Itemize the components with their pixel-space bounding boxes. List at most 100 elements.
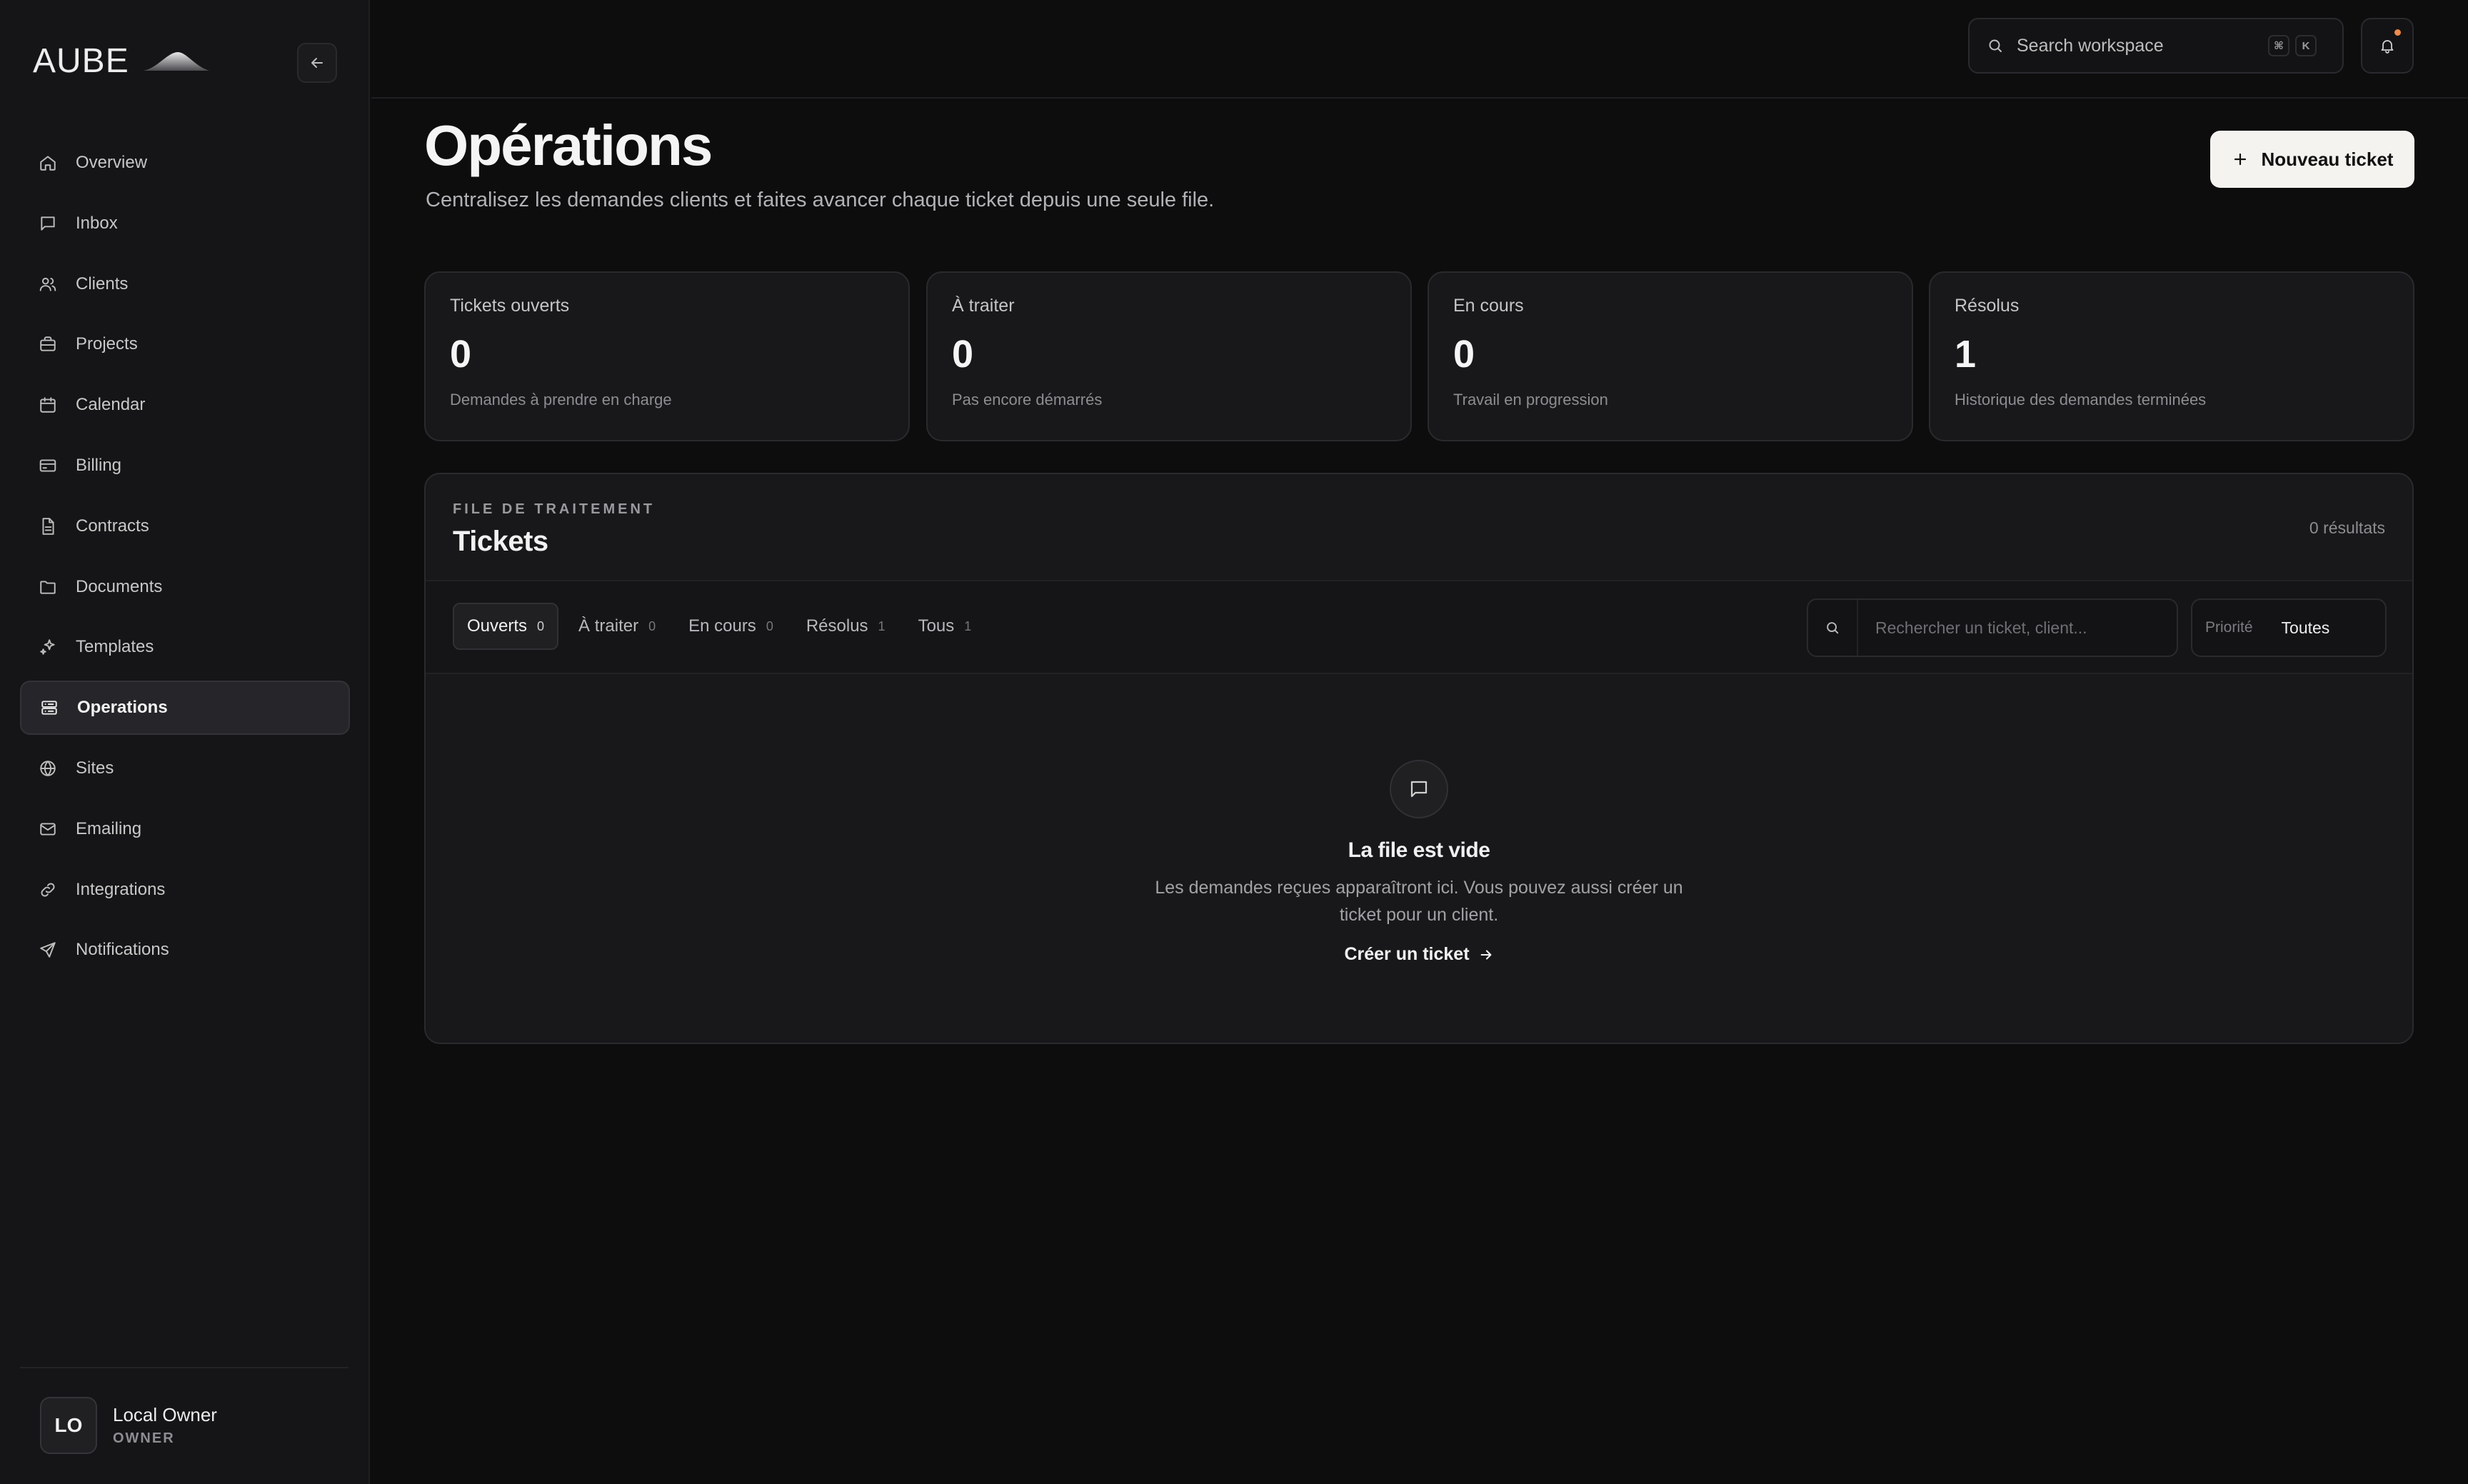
message-icon bbox=[1410, 781, 1428, 798]
mountain-logo-icon bbox=[143, 51, 209, 71]
server-icon bbox=[41, 701, 57, 715]
priority-label: Priorité bbox=[2205, 619, 2253, 636]
ticket-search-input[interactable]: Rechercher un ticket, client... bbox=[1807, 598, 2178, 657]
new-ticket-button[interactable]: Nouveau ticket bbox=[2210, 131, 2414, 188]
priority-select[interactable]: Priorité Toutes bbox=[2191, 598, 2387, 657]
stat-description: Travail en progression bbox=[1453, 391, 1608, 408]
sidebar-item-label: Billing bbox=[76, 455, 122, 475]
stat-value: 0 bbox=[1453, 333, 1475, 376]
home-icon bbox=[40, 156, 56, 171]
tab-in-progress[interactable]: En cours 0 bbox=[676, 603, 786, 650]
sidebar-item-billing[interactable]: Billing bbox=[20, 438, 350, 493]
tab-label: Ouverts bbox=[467, 616, 528, 636]
sidebar-item-calendar[interactable]: Calendar bbox=[20, 378, 350, 432]
stat-label: À traiter bbox=[952, 296, 1015, 316]
stat-card-open: Tickets ouverts 0 Demandes à prendre en … bbox=[424, 271, 910, 441]
sidebar-item-label: Documents bbox=[76, 576, 163, 596]
empty-state-icon bbox=[1390, 760, 1448, 818]
notifications-button[interactable] bbox=[2361, 18, 2414, 74]
app-root: AUBE Overview Inbox Clients Projects Cal… bbox=[0, 0, 2468, 1484]
sidebar-item-contracts[interactable]: Contracts bbox=[20, 499, 350, 553]
file-text-icon bbox=[42, 517, 54, 535]
ticket-search-placeholder: Rechercher un ticket, client... bbox=[1875, 618, 2087, 637]
results-count: 0 résultats bbox=[2309, 518, 2385, 537]
sidebar-item-inbox[interactable]: Inbox bbox=[20, 196, 350, 251]
tab-count: 1 bbox=[878, 618, 886, 633]
sidebar-item-integrations[interactable]: Integrations bbox=[20, 863, 350, 917]
credit-card-icon bbox=[39, 459, 56, 472]
tab-count: 0 bbox=[648, 618, 656, 633]
link-icon bbox=[41, 883, 55, 897]
sidebar-item-projects[interactable]: Projects bbox=[20, 317, 350, 371]
stat-card-todo: À traiter 0 Pas encore démarrés bbox=[926, 271, 1412, 441]
stat-label: Tickets ouverts bbox=[450, 296, 570, 316]
new-ticket-label: Nouveau ticket bbox=[2261, 148, 2394, 170]
user-role: OWNER bbox=[113, 1430, 175, 1446]
sidebar-item-notifications[interactable]: Notifications bbox=[20, 923, 350, 977]
ticket-tabs: Ouverts 0 À traiter 0 En cours 0 Résolus… bbox=[453, 603, 984, 650]
sidebar-item-label: Sites bbox=[76, 758, 114, 778]
create-ticket-label: Créer un ticket bbox=[1344, 944, 1470, 964]
sidebar-item-operations[interactable]: Operations bbox=[20, 681, 350, 736]
page-title: Opérations bbox=[424, 114, 713, 177]
sidebar-item-label: Contracts bbox=[76, 516, 149, 536]
tab-count: 0 bbox=[537, 618, 545, 633]
workspace-search-input[interactable]: Search workspace ⌘ K bbox=[1968, 18, 2344, 74]
search-icon bbox=[1989, 39, 2002, 52]
mail-icon bbox=[40, 823, 56, 836]
stat-description: Historique des demandes terminées bbox=[1955, 391, 2207, 408]
empty-state: La file est vide Les demandes reçues app… bbox=[426, 760, 2412, 965]
search-icon-cell bbox=[1808, 600, 1858, 656]
stat-value: 1 bbox=[1955, 333, 1977, 376]
tab-all[interactable]: Tous 1 bbox=[906, 603, 985, 650]
topbar: Search workspace ⌘ K bbox=[371, 0, 2468, 99]
stat-description: Demandes à prendre en charge bbox=[450, 391, 672, 408]
tab-open[interactable]: Ouverts 0 bbox=[453, 603, 559, 650]
k-key: K bbox=[2295, 35, 2317, 56]
sidebar-item-label: Inbox bbox=[76, 213, 118, 233]
user-profile[interactable]: LO Local Owner OWNER bbox=[40, 1397, 217, 1454]
tab-label: Tous bbox=[918, 616, 955, 636]
avatar: LO bbox=[40, 1397, 97, 1454]
collapse-sidebar-button[interactable] bbox=[297, 43, 337, 83]
sidebar-nav: Overview Inbox Clients Projects Calendar… bbox=[20, 136, 350, 983]
brand-logo[interactable]: AUBE bbox=[33, 41, 209, 81]
send-icon bbox=[40, 942, 56, 958]
sidebar-item-overview[interactable]: Overview bbox=[20, 136, 350, 190]
notification-dot bbox=[2394, 29, 2401, 36]
calendar-icon bbox=[40, 397, 56, 413]
sidebar-item-label: Calendar bbox=[76, 395, 146, 415]
tab-todo[interactable]: À traiter 0 bbox=[566, 603, 668, 650]
plus-icon bbox=[2234, 153, 2246, 166]
sidebar-item-templates[interactable]: Templates bbox=[20, 620, 350, 674]
sidebar-item-clients[interactable]: Clients bbox=[20, 257, 350, 311]
panel-title: Tickets bbox=[453, 526, 548, 557]
sidebar: AUBE Overview Inbox Clients Projects Cal… bbox=[0, 0, 370, 1484]
divider bbox=[426, 673, 2412, 674]
sidebar-divider bbox=[20, 1367, 348, 1368]
empty-state-text: Les demandes reçues apparaîtront ici. Vo… bbox=[1155, 878, 1683, 925]
sidebar-item-sites[interactable]: Sites bbox=[20, 741, 350, 796]
panel-eyebrow: FILE DE TRAITEMENT bbox=[453, 501, 656, 517]
arrow-right-icon bbox=[1480, 949, 1491, 960]
tab-resolved[interactable]: Résolus 1 bbox=[793, 603, 898, 650]
sidebar-item-label: Projects bbox=[76, 334, 138, 354]
stat-card-resolved: Résolus 1 Historique des demandes termin… bbox=[1929, 271, 2414, 441]
briefcase-icon bbox=[40, 336, 56, 352]
arrow-left-icon bbox=[311, 58, 323, 68]
bell-icon bbox=[2381, 40, 2394, 54]
tickets-toolbar: Ouverts 0 À traiter 0 En cours 0 Résolus… bbox=[426, 581, 2412, 673]
keyboard-shortcut: ⌘ K bbox=[2268, 35, 2317, 56]
stat-card-in-progress: En cours 0 Travail en progression bbox=[1428, 271, 1913, 441]
sidebar-item-documents[interactable]: Documents bbox=[20, 560, 350, 614]
priority-value: Toutes bbox=[2281, 618, 2330, 637]
tab-label: Résolus bbox=[806, 616, 868, 636]
stat-label: En cours bbox=[1453, 296, 1524, 316]
message-icon bbox=[41, 216, 55, 231]
empty-state-title: La file est vide bbox=[1348, 838, 1490, 862]
sidebar-item-emailing[interactable]: Emailing bbox=[20, 802, 350, 856]
search-icon bbox=[1827, 622, 1839, 634]
create-ticket-link[interactable]: Créer un ticket bbox=[1344, 944, 1493, 965]
globe-icon bbox=[40, 761, 56, 776]
brand-name: AUBE bbox=[33, 42, 129, 80]
